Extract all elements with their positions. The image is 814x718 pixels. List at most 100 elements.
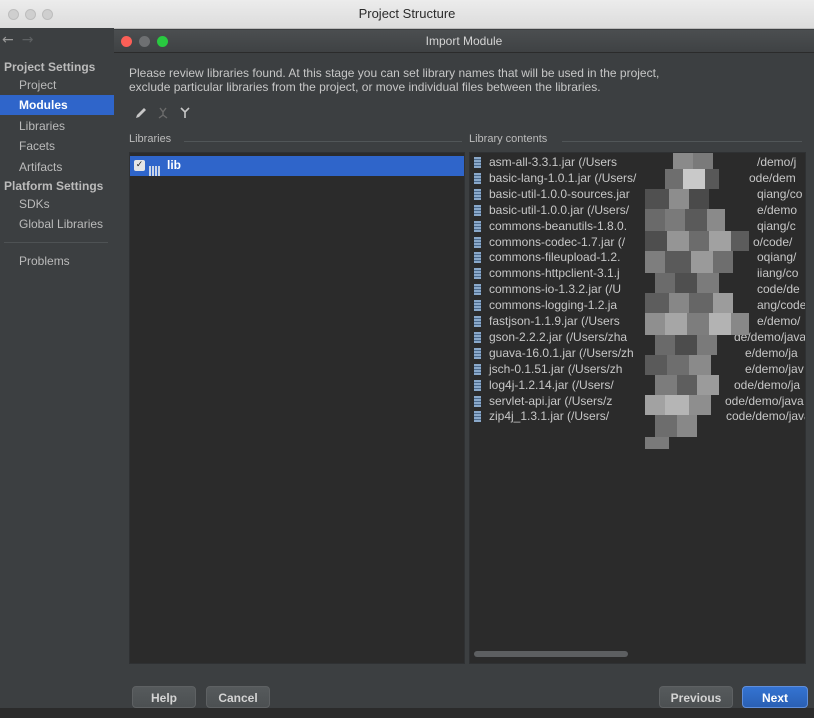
jar-file-icon [474,411,481,423]
project-structure-sidebar: ← → Project Settings Project Modules Libr… [0,28,114,718]
jar-file-icon [474,316,481,327]
edit-icon[interactable] [134,106,150,122]
library-name: lib [167,158,181,172]
jar-file-icon [474,188,481,200]
jar-name: log4j-1.2.14.jar (/Users/ [489,377,614,392]
jar-name: commons-io-1.3.2.jar (/U [489,282,622,297]
jar-name: jsch-0.1.51.jar (/Users/zh [489,361,623,376]
window-title: Project Structure [358,6,456,21]
jar-path-tail: e/demo/ [757,314,801,328]
jar-file-icon [474,363,481,375]
jar-row[interactable]: commons-beanutils-1.8.0. qiang/c [474,218,805,235]
jar-row[interactable]: basic-lang-1.0.1.jar (/Users/ode/dem [474,170,805,187]
library-checkbox[interactable]: ✓ [134,160,145,171]
jar-name: commons-httpclient-3.1.j [489,266,620,281]
redacted-pixelation [645,153,749,449]
jar-path-tail: e/demo/jav [745,361,804,376]
jar-row[interactable]: commons-httpclient-3.1.j iiang/co [474,266,805,282]
jar-row[interactable]: guava-16.0.1.jar (/Users/zh e/demo/ja [474,345,805,362]
jar-row[interactable]: commons-logging-1.2.ja ang/code [474,298,806,314]
jar-file-icon [474,236,481,248]
jar-file-icon [474,204,481,216]
horizontal-scrollbar[interactable] [474,651,628,657]
library-contents-section-divider [562,141,802,142]
jar-path-tail: ode/dem [749,170,796,185]
dialog-title: Import Module [425,34,503,48]
jar-row[interactable]: commons-fileupload-1.2. oqiang/ [474,250,805,266]
sidebar-item-facets[interactable]: Facets [0,136,114,156]
sidebar-item-sdks[interactable]: SDKs [0,194,114,214]
previous-button[interactable]: Previous [659,686,733,708]
help-button[interactable]: Help [132,686,196,708]
dialog-description: Please review libraries found. At this s… [129,66,789,94]
jar-file-icon [474,379,481,391]
jar-row[interactable]: gson-2.2.2.jar (/Users/zha de/demo/java [474,329,805,346]
jar-row[interactable]: basic-util-1.0.0.jar (/Users/e/demo [474,202,805,219]
jar-name: guava-16.0.1.jar (/Users/zh [489,345,634,360]
split-icon[interactable] [178,106,194,122]
nav-arrows: ← → [2,32,41,48]
libraries-section-label: Libraries [129,133,172,145]
jar-file-icon [474,395,481,407]
jar-name: asm-all-3.3.1.jar (/Users [489,155,618,169]
jar-row[interactable]: zip4j_1.3.1.jar (/Users/code/demo/java [474,409,805,425]
sidebar-header-platform-settings: Platform Settings [4,179,104,193]
sidebar-item-modules[interactable]: Modules [0,95,114,115]
jar-file-icon [474,220,481,232]
library-contents-section-label: Library contents [469,133,548,145]
jar-row[interactable]: fastjson-1.1.9.jar (/Users e/demo/ [474,314,805,330]
description-line-1: Please review libraries found. At this s… [129,66,660,80]
jar-file-icon [474,252,481,264]
sidebar-item-artifacts[interactable]: Artifacts [0,157,114,177]
back-arrow-icon[interactable]: ← [2,32,14,48]
jar-row[interactable]: basic-util-1.0.0-sources.jar qiang/co [474,186,805,203]
sidebar-item-problems[interactable]: Problems [0,251,114,271]
sidebar-item-global-libraries[interactable]: Global Libraries [0,214,114,234]
jar-name: commons-beanutils-1.8.0. [489,218,628,233]
jar-name: gson-2.2.2.jar (/Users/zha [489,329,628,344]
description-line-2: exclude particular libraries from the pr… [129,80,601,94]
next-button[interactable]: Next [742,686,808,708]
jar-file-icon [474,172,481,184]
jar-name: servlet-api.jar (/Users/z [489,393,613,408]
cancel-button[interactable]: Cancel [206,686,270,708]
jar-file-icon [474,157,481,168]
jar-name: zip4j_1.3.1.jar (/Users/ [489,409,610,424]
jar-path-tail: o/code/ [753,234,793,249]
library-icon [149,161,162,176]
sidebar-divider [4,242,108,243]
libraries-section-divider [184,141,462,142]
jar-row[interactable]: asm-all-3.3.1.jar (/Users/demo/j [474,155,805,171]
window-bottom-strip [0,708,814,718]
jar-path-tail: qiang/co [757,186,803,201]
jar-path-tail: /demo/j [757,155,797,169]
jar-row[interactable]: commons-io-1.3.2.jar (/U code/de [474,282,805,298]
jar-path-tail: iiang/co [757,266,799,281]
jar-name: commons-logging-1.2.ja [489,298,618,313]
merge-icon[interactable] [156,106,172,122]
jar-path-tail: code/de [757,282,800,297]
jar-name: basic-util-1.0.0.jar (/Users/ [489,202,630,217]
jar-row[interactable]: log4j-1.2.14.jar (/Users/ode/demo/ja [474,377,805,394]
jar-path-tail: ang/code [757,298,806,313]
library-contents-list[interactable]: asm-all-3.3.1.jar (/Users/demo/j basic-la… [469,152,806,664]
import-module-dialog: Import Module Please review libraries fo… [114,30,814,716]
jar-file-icon [474,331,481,343]
sidebar-header-project-settings: Project Settings [4,60,96,74]
jar-name: commons-fileupload-1.2. [489,250,621,265]
jar-row[interactable]: commons-codec-1.7.jar (/ o/code/ [474,234,805,251]
jar-file-icon [474,284,481,296]
library-row-lib[interactable]: ✓ lib [130,156,464,176]
jar-path-tail: qiang/c [757,218,796,233]
jar-path-tail: oqiang/ [757,250,797,265]
jar-row[interactable]: servlet-api.jar (/Users/z ode/demo/java [474,393,805,410]
libraries-list[interactable]: ✓ lib [129,152,465,664]
jar-file-icon [474,347,481,359]
sidebar-item-project[interactable]: Project [0,75,114,95]
sidebar-item-libraries[interactable]: Libraries [0,116,114,136]
jar-name: fastjson-1.1.9.jar (/Users [489,314,620,328]
forward-arrow-icon[interactable]: → [22,32,34,48]
jar-row[interactable]: jsch-0.1.51.jar (/Users/zh e/demo/jav [474,361,805,378]
dialog-titlebar: Import Module [114,30,814,53]
jar-name: commons-codec-1.7.jar (/ [489,234,626,249]
